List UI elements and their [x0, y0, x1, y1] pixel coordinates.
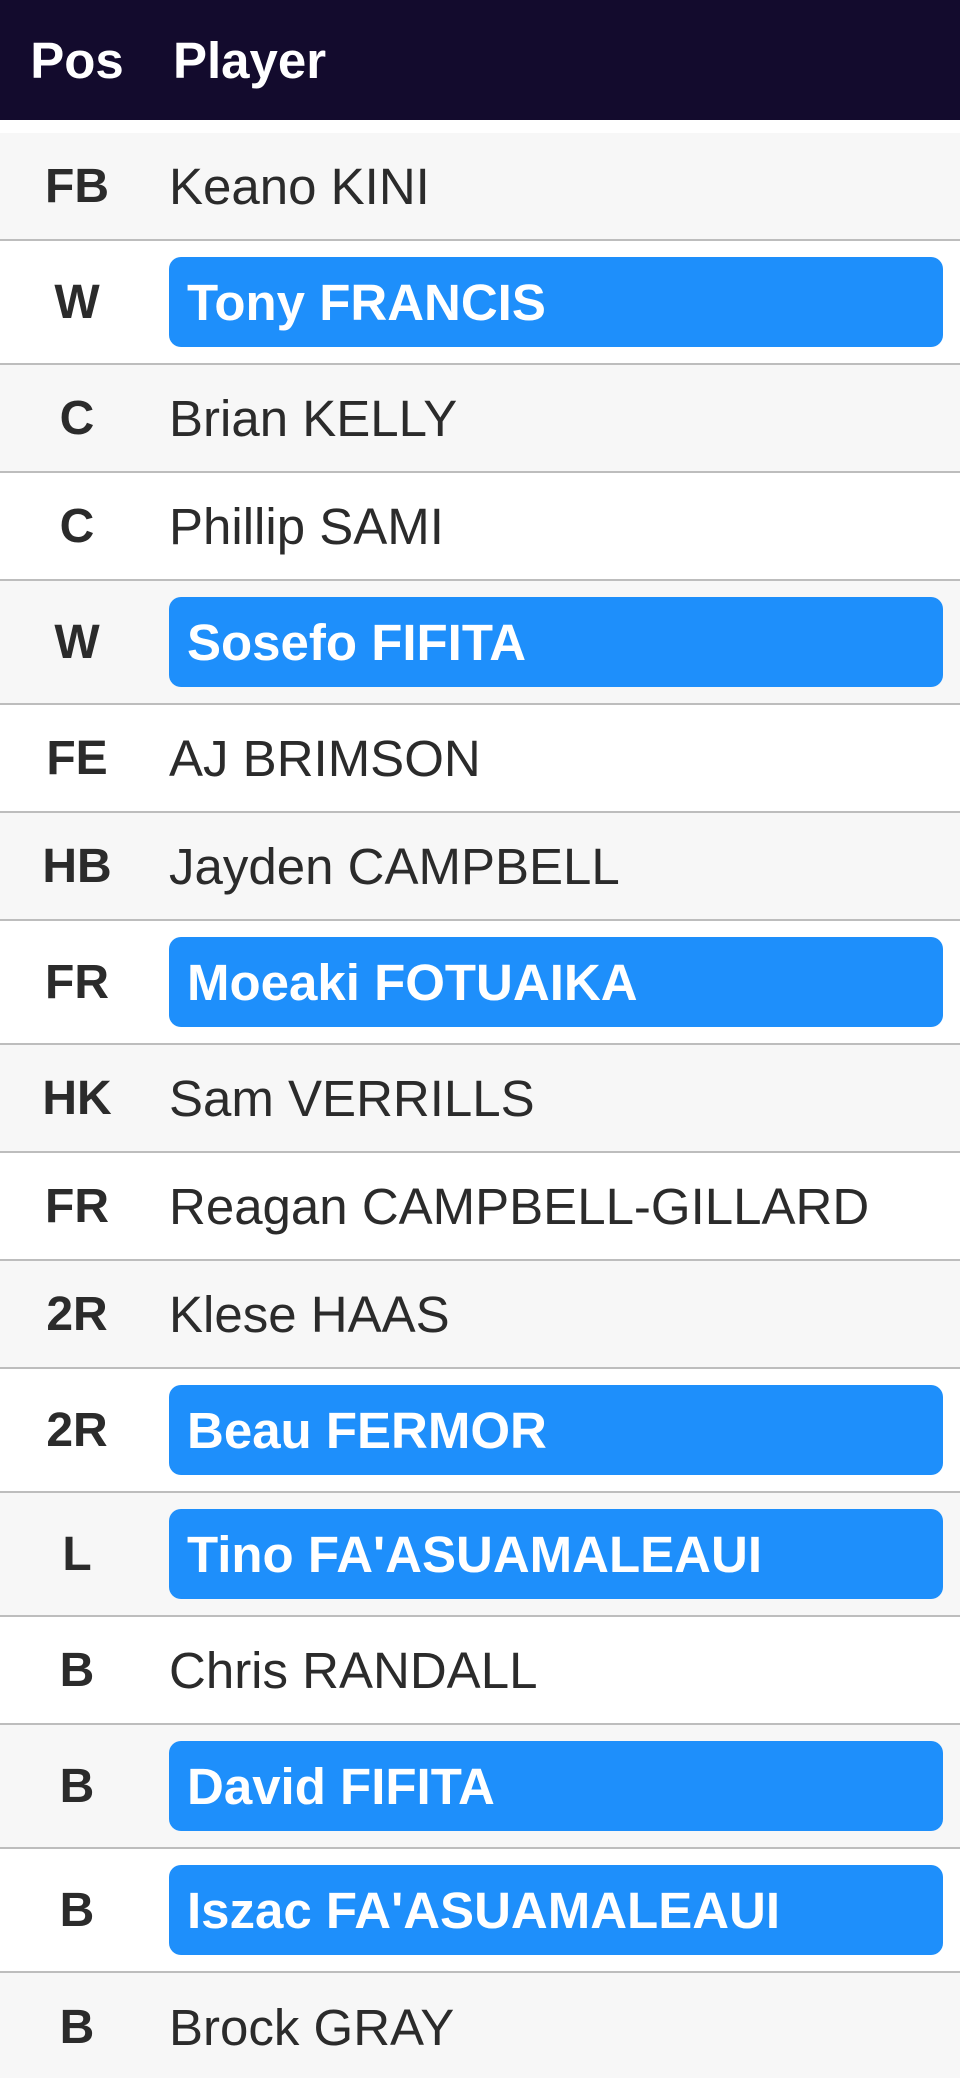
position-cell: W — [54, 275, 100, 329]
table-row[interactable]: FE AJ BRIMSON — [0, 705, 960, 813]
player-name[interactable]: AJ BRIMSON — [154, 729, 481, 788]
table-row[interactable]: B Iszac FA'ASUAMALEAUI — [0, 1849, 960, 1973]
position-cell: L — [62, 1527, 92, 1581]
player-name[interactable]: Keano KINI — [154, 157, 430, 216]
team-list-table: Pos Player FB Keano KINI W Tony FRANCIS C Bri… — [0, 0, 960, 2078]
player-name[interactable]: Brock GRAY — [154, 1998, 454, 2057]
player-name[interactable]: Reagan CAMPBELL-GILLARD — [154, 1177, 869, 1236]
table-row[interactable]: 2R Beau FERMOR — [0, 1369, 960, 1493]
table-row[interactable]: 2R Klese HAAS — [0, 1261, 960, 1369]
position-cell: B — [59, 1883, 95, 1937]
table-row[interactable]: W Tony FRANCIS — [0, 241, 960, 365]
position-cell: B — [59, 2000, 95, 2054]
table-header: Pos Player — [0, 0, 960, 120]
table-row[interactable]: B Brock GRAY — [0, 1973, 960, 2078]
position-cell: FE — [46, 731, 108, 785]
table-row[interactable]: W Sosefo FIFITA — [0, 581, 960, 705]
player-name-highlighted[interactable]: Sosefo FIFITA — [169, 597, 943, 687]
player-name[interactable]: Chris RANDALL — [154, 1641, 537, 1700]
position-cell: FR — [45, 955, 109, 1009]
header-spacer — [0, 120, 960, 133]
player-name[interactable]: Phillip SAMI — [154, 497, 444, 556]
position-cell: 2R — [46, 1287, 108, 1341]
position-cell: 2R — [46, 1403, 108, 1457]
table-row[interactable]: FB Keano KINI — [0, 133, 960, 241]
position-cell: HB — [42, 839, 112, 893]
position-cell: B — [59, 1643, 95, 1697]
player-name[interactable]: Brian KELLY — [154, 389, 457, 448]
player-name-highlighted[interactable]: Iszac FA'ASUAMALEAUI — [169, 1865, 943, 1955]
position-cell: FB — [45, 159, 109, 213]
player-name[interactable]: Sam VERRILLS — [154, 1069, 535, 1128]
table-row[interactable]: HK Sam VERRILLS — [0, 1045, 960, 1153]
pos-column-header: Pos — [30, 31, 124, 89]
player-column-header: Player — [173, 31, 327, 89]
player-name-highlighted[interactable]: Tony FRANCIS — [169, 257, 943, 347]
table-row[interactable]: B David FIFITA — [0, 1725, 960, 1849]
table-row[interactable]: C Brian KELLY — [0, 365, 960, 473]
position-cell: B — [59, 1759, 95, 1813]
player-name-highlighted[interactable]: Tino FA'ASUAMALEAUI — [169, 1509, 943, 1599]
table-row[interactable]: HB Jayden CAMPBELL — [0, 813, 960, 921]
table-row[interactable]: B Chris RANDALL — [0, 1617, 960, 1725]
position-cell: C — [59, 499, 95, 553]
table-row[interactable]: C Phillip SAMI — [0, 473, 960, 581]
table-body: FB Keano KINI W Tony FRANCIS C Brian KELLY C Ph… — [0, 133, 960, 2078]
table-row[interactable]: L Tino FA'ASUAMALEAUI — [0, 1493, 960, 1617]
player-name[interactable]: Jayden CAMPBELL — [154, 837, 620, 896]
position-cell: HK — [42, 1071, 112, 1125]
table-row[interactable]: FR Reagan CAMPBELL-GILLARD — [0, 1153, 960, 1261]
player-name[interactable]: Klese HAAS — [154, 1285, 450, 1344]
position-cell: FR — [45, 1179, 109, 1233]
player-name-highlighted[interactable]: Moeaki FOTUAIKA — [169, 937, 943, 1027]
table-row[interactable]: FR Moeaki FOTUAIKA — [0, 921, 960, 1045]
player-name-highlighted[interactable]: Beau FERMOR — [169, 1385, 943, 1475]
position-cell: W — [54, 615, 100, 669]
position-cell: C — [59, 391, 95, 445]
player-name-highlighted[interactable]: David FIFITA — [169, 1741, 943, 1831]
